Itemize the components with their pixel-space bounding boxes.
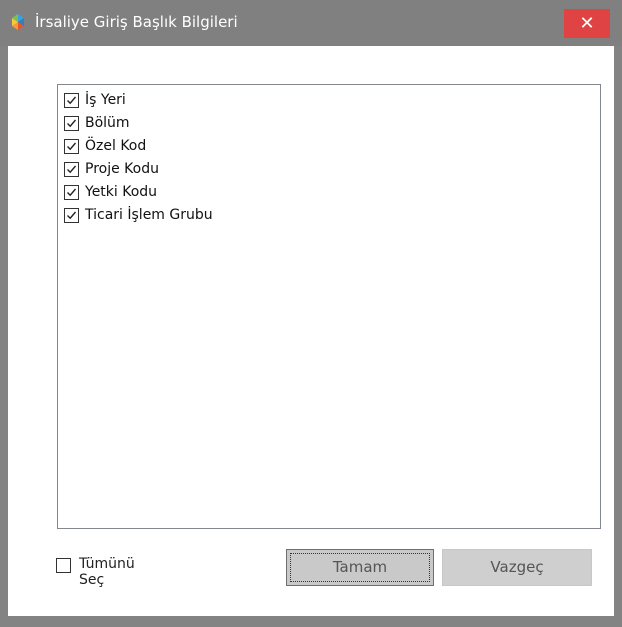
checkbox-checked[interactable] — [64, 162, 79, 177]
checkmark-icon — [67, 211, 77, 220]
list-item-label: Özel Kod — [85, 138, 147, 154]
checkmark-icon — [67, 165, 77, 174]
cancel-button[interactable]: Vazgeç — [442, 549, 592, 586]
window-title: İrsaliye Giriş Başlık Bilgileri — [35, 13, 238, 31]
cancel-button-label: Vazgeç — [490, 558, 544, 576]
list-item-label: Proje Kodu — [85, 161, 159, 177]
list-item-label: Bölüm — [85, 115, 130, 131]
dialog-window: İrsaliye Giriş Başlık Bilgileri ✕ İş Yer… — [0, 0, 622, 627]
close-icon: ✕ — [579, 13, 595, 34]
ok-button[interactable]: Tamam — [286, 549, 434, 586]
list-item-label: İş Yeri — [85, 92, 126, 108]
focus-indicator — [290, 553, 430, 582]
list-item-label: Ticari İşlem Grubu — [85, 207, 213, 223]
checkbox-checked[interactable] — [64, 93, 79, 108]
close-button[interactable]: ✕ — [564, 9, 610, 38]
list-item-label: Yetki Kodu — [85, 184, 158, 200]
app-logo-icon — [12, 14, 24, 30]
field-checklist[interactable]: İş Yeri Bölüm Özel Kod Proje Kodu Yetki … — [57, 84, 601, 529]
dialog-body: İş Yeri Bölüm Özel Kod Proje Kodu Yetki … — [8, 46, 614, 616]
checkmark-icon — [67, 96, 77, 105]
checkbox-checked[interactable] — [64, 116, 79, 131]
title-bar[interactable]: İrsaliye Giriş Başlık Bilgileri ✕ — [0, 0, 622, 46]
checkbox-checked[interactable] — [64, 208, 79, 223]
select-all-label: Tümünü Seç — [79, 556, 135, 588]
checkbox-checked[interactable] — [64, 139, 79, 154]
checkmark-icon — [67, 119, 77, 128]
checkmark-icon — [67, 142, 77, 151]
checkbox-checked[interactable] — [64, 185, 79, 200]
checkbox-unchecked[interactable] — [56, 558, 71, 573]
checkmark-icon — [67, 188, 77, 197]
